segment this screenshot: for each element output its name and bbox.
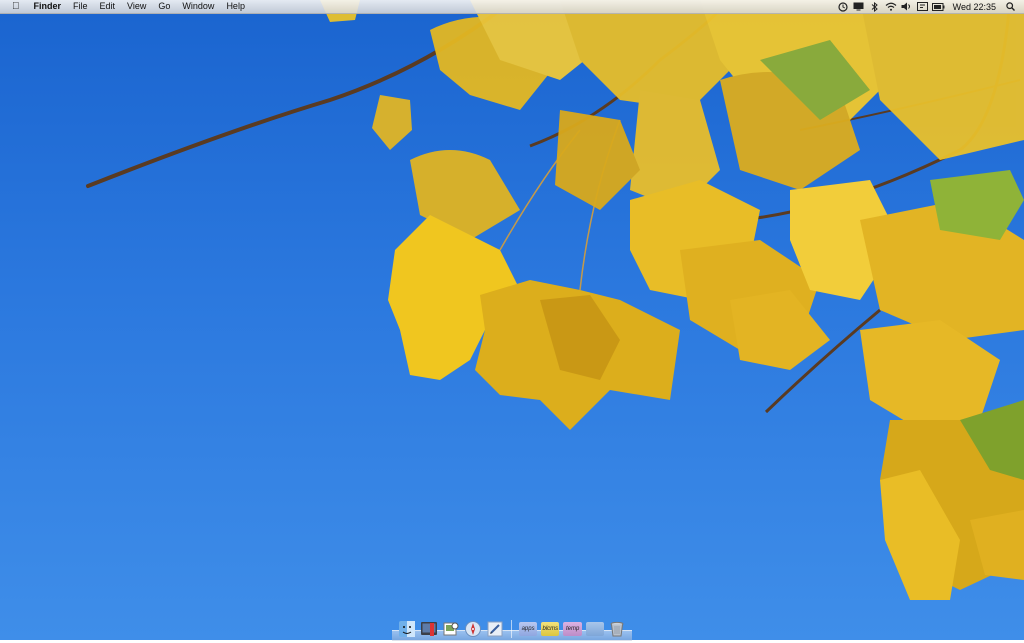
folder-apps[interactable]: apps: [518, 622, 538, 636]
time-machine-icon[interactable]: [835, 0, 851, 13]
folder-blcms[interactable]: blcms: [541, 622, 560, 636]
menu-edit[interactable]: Edit: [94, 0, 122, 13]
menu-window[interactable]: Window: [176, 0, 220, 13]
spotlight-search-icon[interactable]: [1002, 0, 1018, 13]
menu-app-finder[interactable]: Finder: [28, 0, 68, 13]
display-icon[interactable]: [851, 0, 867, 13]
preview-icon[interactable]: [442, 620, 460, 638]
menu-view[interactable]: View: [121, 0, 152, 13]
wifi-icon[interactable]: [883, 0, 899, 13]
menu-bar:  Finder File Edit View Go Window Help W…: [0, 0, 1024, 14]
folder-unlabeled[interactable]: [585, 622, 605, 636]
dock-separator: [510, 620, 512, 638]
desktop[interactable]: [0, 0, 1024, 640]
menu-file[interactable]: File: [67, 0, 94, 13]
wallpaper-autumn-leaves: [86, 0, 1024, 600]
safari-icon[interactable]: [464, 620, 482, 638]
bluetooth-icon[interactable]: [867, 0, 883, 13]
input-icon[interactable]: [915, 0, 931, 13]
menu-help[interactable]: Help: [220, 0, 251, 13]
apple-menu-icon[interactable]: : [10, 0, 28, 13]
battery-icon[interactable]: [931, 0, 947, 13]
textedit-icon[interactable]: [486, 620, 504, 638]
finder-icon[interactable]: [398, 620, 416, 638]
dock: apps blcms temp: [398, 612, 626, 638]
folder-temp[interactable]: temp: [563, 622, 582, 636]
volume-icon[interactable]: [899, 0, 915, 13]
trash-icon[interactable]: [608, 620, 626, 638]
system-preferences-icon[interactable]: [420, 620, 438, 638]
menu-clock[interactable]: Wed 22:35: [947, 2, 1002, 12]
menu-go[interactable]: Go: [152, 0, 176, 13]
